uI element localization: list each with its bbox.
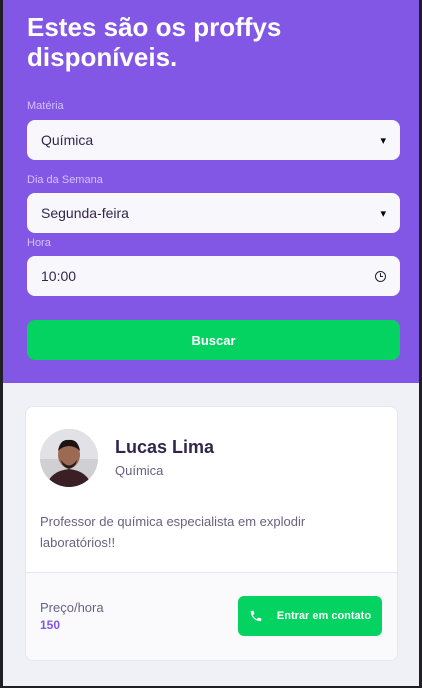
avatar bbox=[40, 429, 98, 487]
search-button[interactable]: Buscar bbox=[27, 320, 400, 360]
price-label: Preço/hora bbox=[40, 600, 104, 615]
avatar-image bbox=[40, 429, 98, 487]
clock-icon[interactable] bbox=[375, 270, 386, 282]
weekday-select[interactable]: Segunda-feira ▾ bbox=[27, 193, 400, 233]
contact-button-label: Entrar em contato bbox=[276, 610, 372, 622]
subject-label: Matéria bbox=[27, 100, 64, 112]
time-label: Hora bbox=[27, 237, 51, 249]
teacher-bio: Professor de química especialista em exp… bbox=[40, 514, 306, 550]
app-frame: Estes são os proffys disponíveis. Matéri… bbox=[3, 0, 419, 686]
card-footer: Preço/hora 150 Entrar em contato bbox=[26, 572, 397, 660]
teacher-subject: Química bbox=[115, 463, 164, 478]
teacher-card: Lucas Lima Química Professor de química … bbox=[25, 406, 398, 661]
subject-select[interactable]: Química ▾ bbox=[27, 120, 400, 160]
whatsapp-icon bbox=[250, 610, 262, 622]
weekday-select-value: Segunda-feira bbox=[41, 205, 129, 221]
page-header: Estes são os proffys disponíveis. Matéri… bbox=[3, 0, 419, 383]
subject-select-value: Química bbox=[41, 132, 94, 148]
time-input[interactable]: 10:00 bbox=[27, 256, 400, 296]
price-value: 150 bbox=[40, 618, 61, 632]
teacher-name: Lucas Lima bbox=[115, 437, 215, 457]
chevron-down-icon: ▾ bbox=[380, 134, 386, 147]
weekday-label: Dia da Semana bbox=[27, 174, 103, 186]
contact-button[interactable]: Entrar em contato bbox=[238, 596, 382, 636]
chevron-down-icon: ▾ bbox=[380, 207, 386, 220]
time-input-value: 10:00 bbox=[41, 268, 77, 284]
page-title: Estes são os proffys disponíveis. bbox=[27, 12, 282, 72]
